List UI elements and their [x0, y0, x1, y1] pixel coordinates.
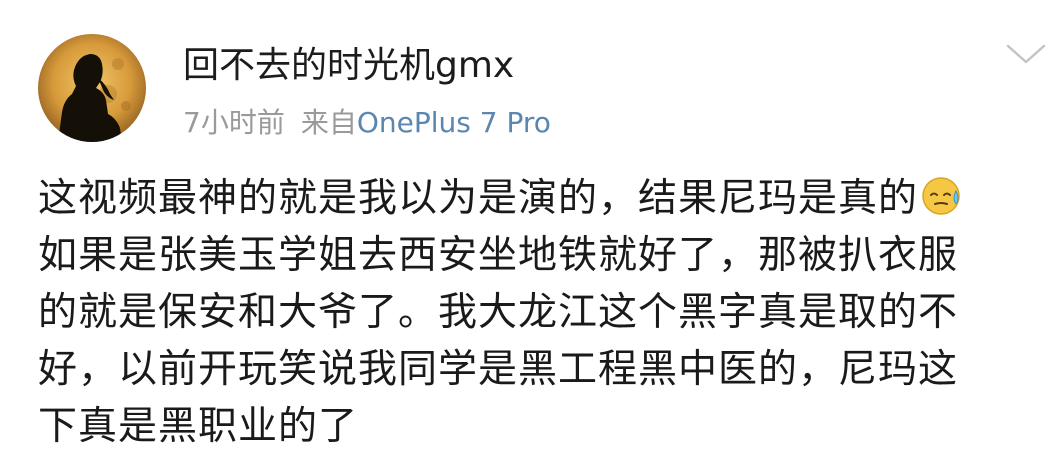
username[interactable]: 回不去的时光机gmx: [183, 42, 514, 90]
avatar-image: [38, 34, 146, 142]
avatar[interactable]: [38, 34, 146, 142]
post-meta: 7小时前 来自OnePlus 7 Pro: [183, 104, 551, 142]
content-line: 如果是张美玉学姐去西安坐地铁就好了，那被扒衣服: [38, 233, 959, 278]
post-time: 7小时前: [183, 106, 285, 139]
content-line: 这视频最神的就是我以为是演的，结果尼玛是真的: [38, 170, 1028, 227]
content-line-text: 这视频最神的就是我以为是演的，结果尼玛是真的: [38, 176, 919, 221]
content-line: 好，以前开玩笑说我同学是黑工程黑中医的，尼玛这: [38, 347, 959, 392]
source-prefix: 来自: [300, 106, 357, 139]
chevron-down-icon[interactable]: [1004, 40, 1048, 68]
weibo-post: 回不去的时光机gmx 7小时前 来自OnePlus 7 Pro 这视频最神的就是我…: [0, 0, 1063, 466]
content-line: 下真是黑职业的了: [38, 404, 359, 449]
post-content: 这视频最神的就是我以为是演的，结果尼玛是真的 如果是张美玉学姐去西安坐地铁就好了…: [38, 170, 1028, 455]
content-line: 的就是保安和大爷了。我大龙江这个黑字真是取的不: [38, 290, 959, 335]
sweat-emoji-icon: [920, 173, 964, 217]
device-link[interactable]: OnePlus 7 Pro: [357, 106, 551, 139]
